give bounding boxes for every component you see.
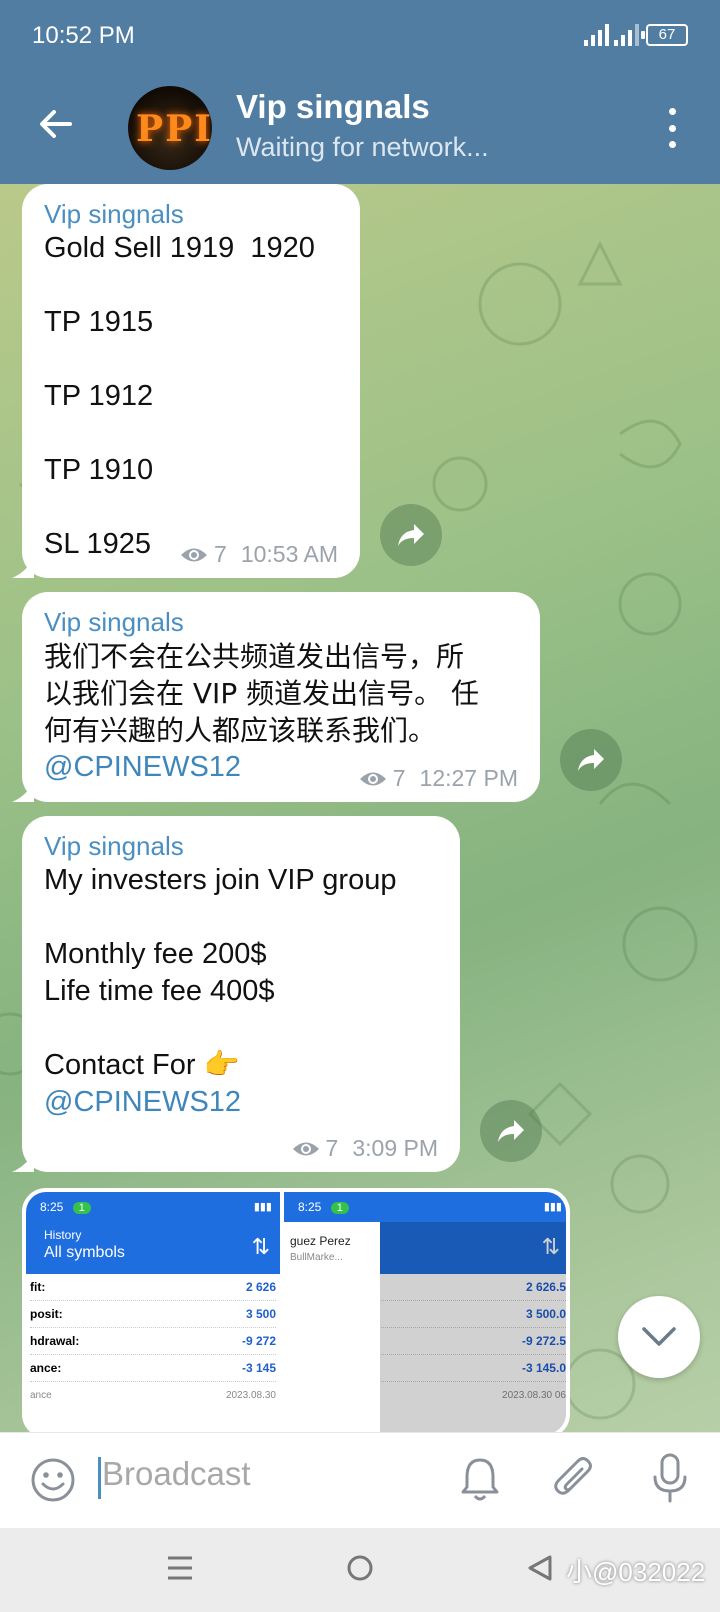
bell-icon[interactable] xyxy=(460,1455,500,1503)
shot-row: posit: 3 500 xyxy=(30,1301,276,1328)
status-time: 10:52 PM xyxy=(32,22,135,49)
avatar-text: PPI xyxy=(136,108,212,150)
watermark: 小@032022 xyxy=(566,1557,706,1587)
shot-row: fit: 2 626 xyxy=(30,1274,276,1301)
microphone-icon[interactable] xyxy=(652,1453,688,1505)
recent-apps-icon[interactable] xyxy=(166,1554,194,1582)
chevron-down-icon xyxy=(642,1327,676,1346)
shot-statusbar: 8:25 1 ▮▮▮ xyxy=(284,1192,566,1222)
shot-time: 8:25 xyxy=(298,1200,322,1214)
screenshot-image[interactable]: 8:25 1 ▮▮▮ History All symbols ⇅ fit: 2 6… xyxy=(26,1192,280,1432)
shot-dim-overlay xyxy=(380,1222,566,1432)
shot-time: 8:25 xyxy=(40,1200,64,1214)
view-count: 7 xyxy=(392,765,406,791)
signal-icon xyxy=(584,22,609,46)
shot-popup: guez Perez BullMarke... xyxy=(284,1222,380,1432)
message-text: 我们不会在公共频道发出信号，所 以我们会在 VIP 频道发出信号。 任 何有兴趣… xyxy=(44,640,479,747)
message-bubble[interactable]: Vip singnals Gold Sell 1919 1920 TP 1915… xyxy=(12,184,360,578)
media-album[interactable]: 8:25 1 ▮▮▮ History All symbols ⇅ fit: 2 6… xyxy=(22,1188,570,1432)
shot-title-small: History xyxy=(44,1228,82,1242)
bubble-tail xyxy=(12,558,34,578)
status-bar: 10:52 PM 67 xyxy=(0,0,720,72)
back-nav-icon[interactable] xyxy=(526,1554,554,1582)
shot-badge: 1 xyxy=(72,1202,91,1214)
shot-toolbar-icons: ⇅ xyxy=(251,1234,270,1259)
views-icon xyxy=(292,1142,319,1155)
message-meta: 7 12:27 PM xyxy=(359,765,518,792)
shot-signal-icon: ▮▮▮ xyxy=(253,1201,272,1213)
shot-signal-icon: ▮▮▮ xyxy=(543,1201,562,1213)
message-meta: 7 10:53 AM xyxy=(180,541,338,568)
message-bubble[interactable]: Vip singnals 我们不会在公共频道发出信号，所 以我们会在 VIP 频… xyxy=(12,592,540,802)
more-menu-icon[interactable] xyxy=(664,108,680,148)
text-caret xyxy=(98,1457,101,1499)
attach-icon[interactable] xyxy=(552,1453,596,1505)
channel-avatar[interactable]: PPI xyxy=(128,86,212,170)
signal-icon-2 xyxy=(614,22,639,46)
back-arrow-icon[interactable] xyxy=(36,104,76,144)
message-text: Gold Sell 1919 1920 TP 1915 TP 1912 TP 1… xyxy=(44,232,315,560)
message-time: 10:53 AM xyxy=(240,541,338,567)
share-arrow-icon xyxy=(498,1120,524,1142)
shot-badge: 1 xyxy=(330,1202,349,1214)
share-arrow-icon xyxy=(398,524,424,546)
message-meta: 7 3:09 PM xyxy=(292,1135,438,1162)
bubble-tail xyxy=(12,782,34,802)
emoji-icon[interactable] xyxy=(30,1457,76,1503)
chat-header: PPI Vip singnals Waiting for network... xyxy=(0,72,720,184)
message-time: 3:09 PM xyxy=(352,1135,438,1161)
battery-icon: 67 xyxy=(641,24,688,46)
view-count: 7 xyxy=(325,1135,339,1161)
message-sender[interactable]: Vip singnals xyxy=(44,198,338,230)
view-count: 7 xyxy=(214,541,227,567)
connection-status: Waiting for network... xyxy=(236,132,489,162)
share-button[interactable] xyxy=(480,1100,542,1162)
message-input-bar: Broadcast xyxy=(0,1432,720,1528)
message-link[interactable]: @CPINEWS12 xyxy=(44,1084,438,1121)
channel-title[interactable]: Vip singnals xyxy=(236,88,430,126)
message-text: My investers join VIP group Monthly fee … xyxy=(44,864,397,1081)
views-icon xyxy=(359,772,386,785)
share-button[interactable] xyxy=(380,504,442,566)
shot-statusbar: 8:25 1 ▮▮▮ xyxy=(26,1192,280,1222)
scroll-down-button[interactable] xyxy=(618,1296,700,1378)
home-icon[interactable] xyxy=(346,1554,374,1582)
shot-row: hdrawal: -9 272 xyxy=(30,1328,276,1355)
shot-row: ance: -3 145 xyxy=(30,1355,276,1382)
shot-title: All symbols xyxy=(44,1244,125,1261)
shot-toolbar: History All symbols ⇅ xyxy=(26,1222,280,1274)
share-arrow-icon xyxy=(578,749,604,771)
screenshot-image[interactable]: 8:25 1 ▮▮▮ ⇅ 2 626.5 3 500.0 -9 272.5 -3… xyxy=(284,1192,566,1432)
message-input[interactable]: Broadcast xyxy=(102,1455,251,1493)
views-icon xyxy=(181,548,208,561)
system-nav-bar: 小@032022 xyxy=(0,1528,720,1612)
bubble-tail xyxy=(12,1152,34,1172)
share-button[interactable] xyxy=(560,729,622,791)
message-sender[interactable]: Vip singnals xyxy=(44,830,438,862)
chat-area[interactable]: Vip singnals Gold Sell 1919 1920 TP 1915… xyxy=(0,184,720,1432)
message-bubble[interactable]: Vip singnals My investers join VIP group… xyxy=(12,816,460,1172)
message-time: 12:27 PM xyxy=(419,765,518,791)
shot-last-row: ance 2023.08.30 xyxy=(30,1390,276,1401)
message-sender[interactable]: Vip singnals xyxy=(44,606,518,638)
